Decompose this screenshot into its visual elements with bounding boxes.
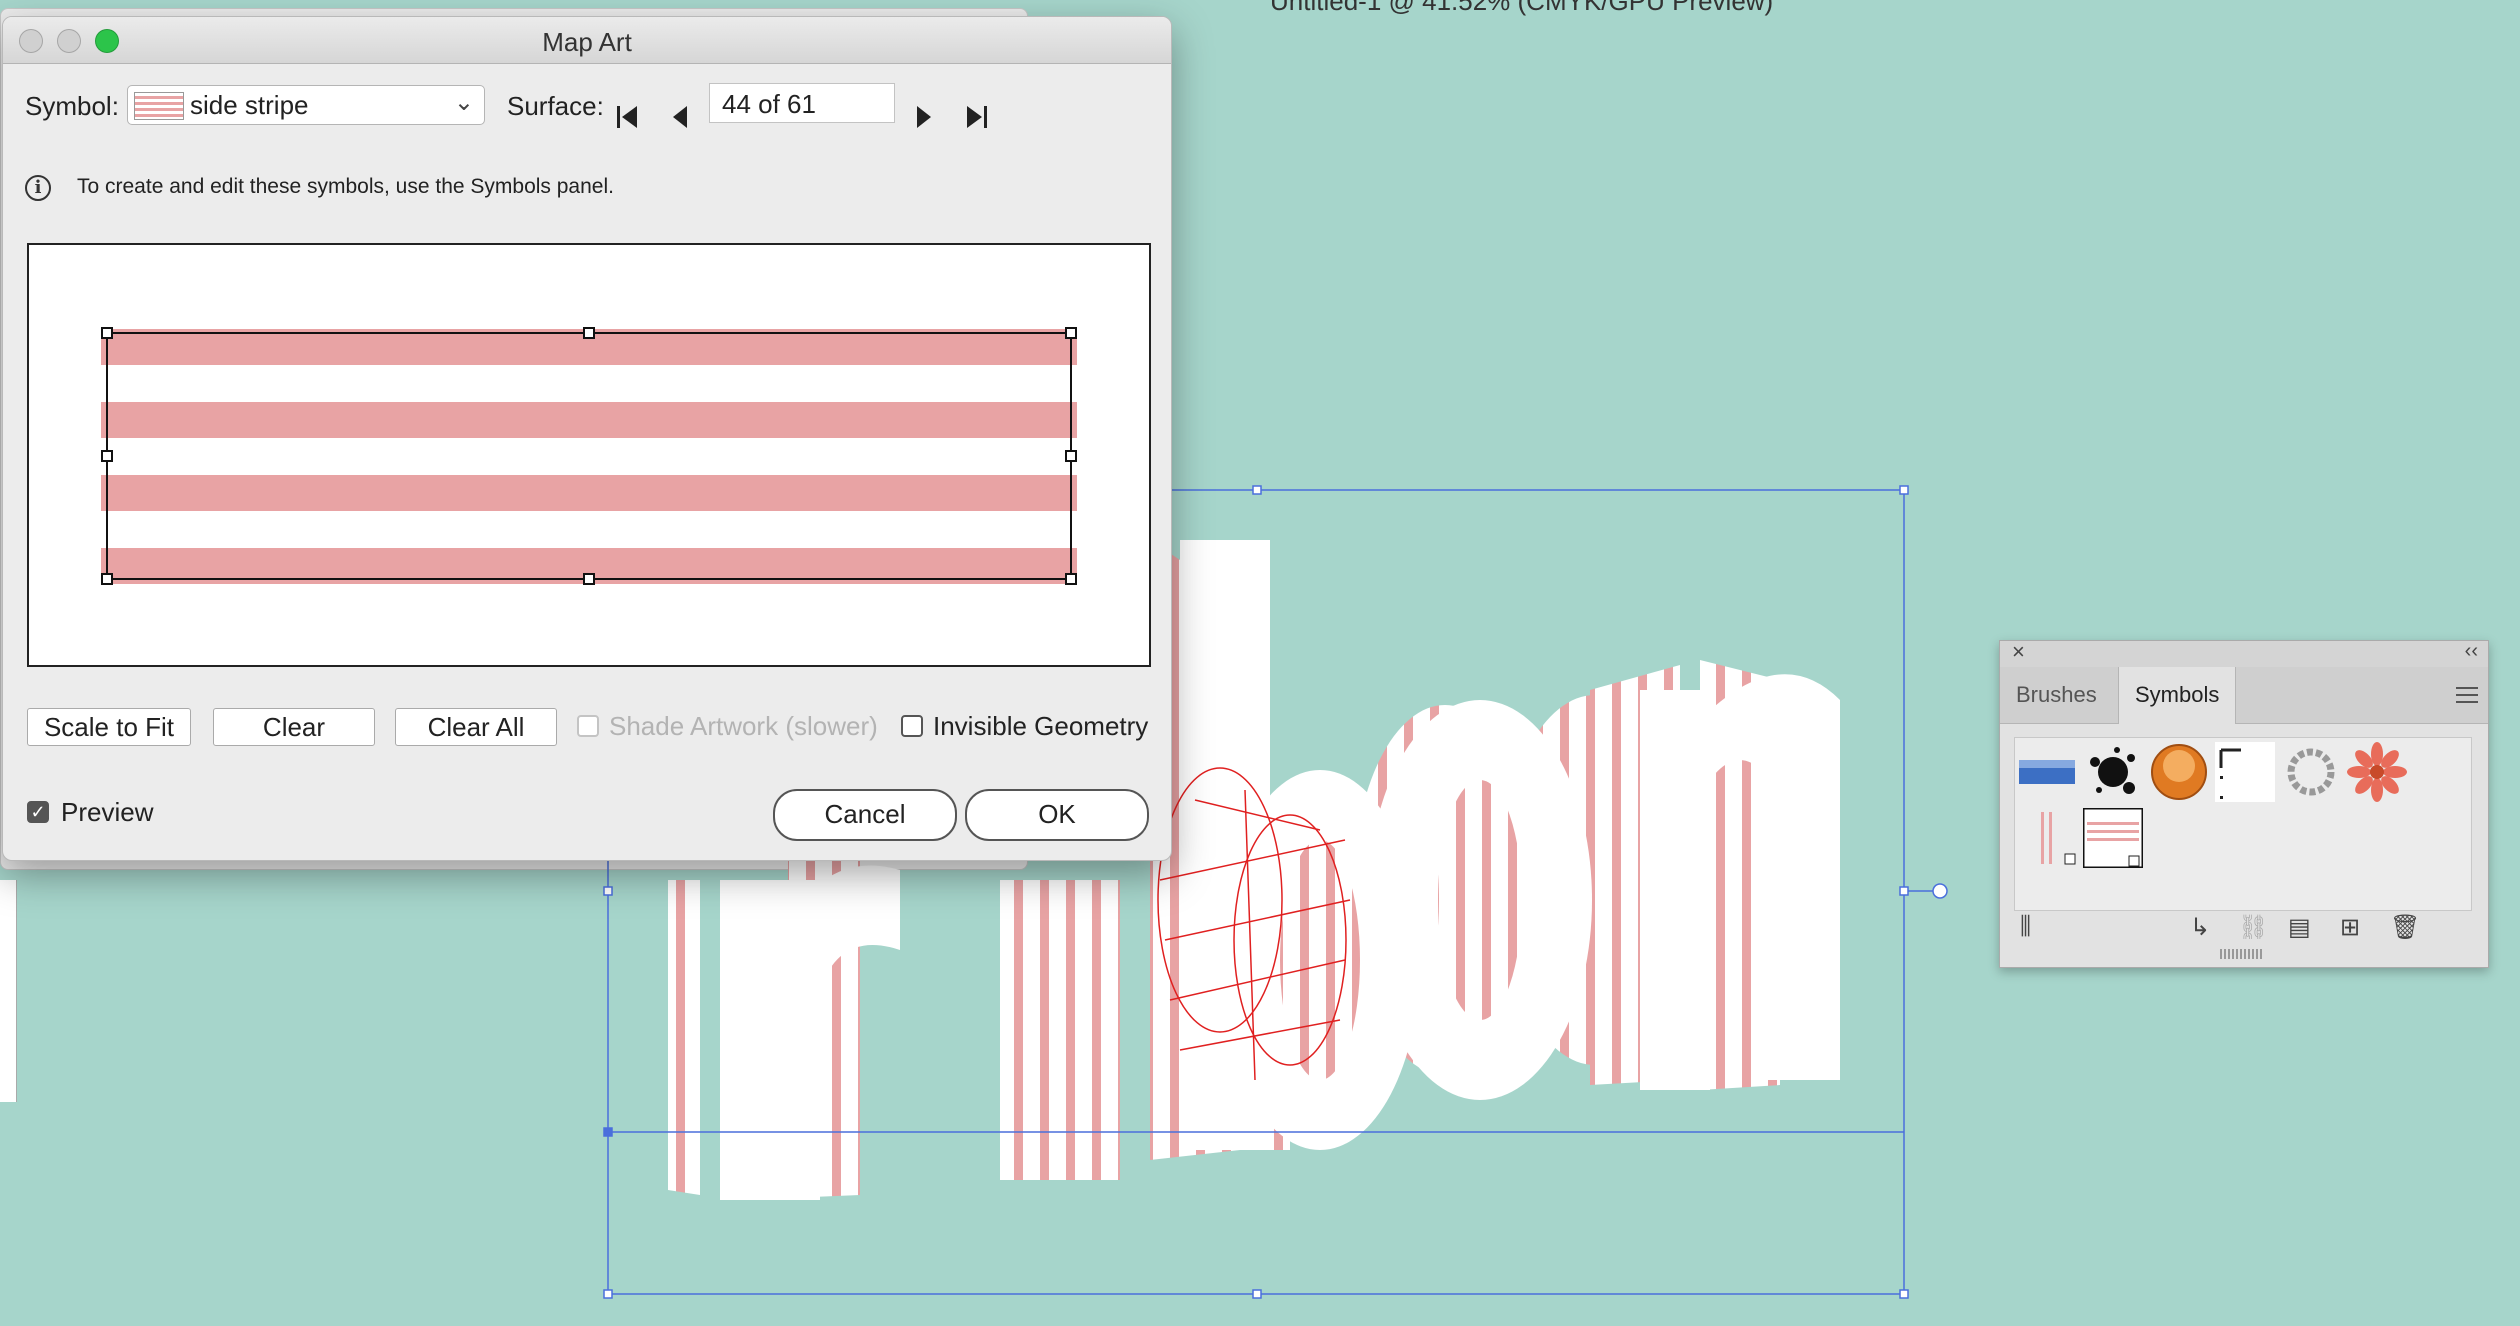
collapse-icon[interactable]: ‹‹ — [2465, 640, 2478, 663]
symbol-options-icon[interactable]: ▤ — [2288, 913, 2311, 942]
new-symbol-icon[interactable]: ⊞ — [2340, 913, 2360, 942]
map-art-dialog: Map Art Symbol: side stripe ⌄ Surface: 4… — [2, 16, 1172, 861]
invisible-geometry-label: Invisible Geometry — [933, 711, 1149, 741]
surface-counter-field[interactable]: 44 of 61 — [709, 83, 895, 123]
symbol-label: Symbol: — [25, 91, 119, 121]
clear-all-button[interactable]: Clear All — [395, 708, 557, 746]
panel-header[interactable]: × ‹‹ — [2000, 639, 2488, 667]
map-art-preview[interactable] — [27, 243, 1151, 667]
preview-checkbox[interactable]: ✓ — [27, 801, 49, 823]
dialog-title: Map Art — [542, 27, 632, 57]
info-icon: i — [25, 175, 51, 201]
shade-artwork-checkbox[interactable] — [577, 715, 599, 737]
ink-splat-icon[interactable] — [2083, 742, 2143, 802]
first-surface-icon[interactable] — [613, 103, 641, 131]
resize-grip[interactable] — [2220, 949, 2264, 959]
dialog-titlebar[interactable]: Map Art — [3, 17, 1171, 64]
bracket-icon[interactable] — [2215, 742, 2275, 802]
surface-preview-art[interactable] — [29, 245, 1149, 665]
symbol-select-value: side stripe — [190, 90, 309, 120]
symbol-select[interactable]: side stripe ⌄ — [127, 85, 485, 125]
clear-button[interactable]: Clear — [213, 708, 375, 746]
info-text: To create and edit these symbols, use th… — [77, 175, 614, 198]
place-symbol-icon[interactable]: ↳ — [2190, 913, 2210, 942]
cancel-button[interactable]: Cancel — [773, 789, 957, 841]
next-surface-icon[interactable] — [909, 103, 937, 131]
break-link-icon[interactable]: ⛓ — [2238, 913, 2268, 942]
vertical-stripe-icon[interactable] — [2017, 808, 2077, 868]
chevron-down-icon: ⌄ — [453, 89, 474, 116]
symbol-libraries-icon[interactable]: ⫼ — [2020, 913, 2031, 941]
preview-label: Preview — [61, 797, 154, 827]
panel-menu-icon[interactable] — [2456, 687, 2478, 703]
side-stripe-icon[interactable] — [2083, 808, 2143, 868]
panel-tabbar: Brushes Symbols — [2000, 667, 2488, 724]
blue-banner-icon[interactable] — [2017, 742, 2077, 802]
symbol-grid — [2014, 737, 2472, 911]
shade-artwork-label: Shade Artwork (slower) — [609, 711, 878, 741]
delete-icon[interactable]: 🗑 — [2390, 913, 2420, 942]
close-icon[interactable]: × — [2012, 639, 2025, 665]
last-surface-icon[interactable] — [963, 103, 991, 131]
symbols-panel: × ‹‹ Brushes Symbols ⫼ ↳ ⛓ ▤ ⊞ 🗑 — [1999, 639, 2489, 968]
invisible-geometry-checkbox[interactable] — [901, 715, 923, 737]
scale-to-fit-button[interactable]: Scale to Fit — [27, 708, 191, 746]
symbol-swatch-icon — [134, 92, 184, 120]
tab-brushes[interactable]: Brushes — [2000, 667, 2113, 723]
flower-icon[interactable] — [2347, 742, 2407, 802]
previous-surface-icon[interactable] — [667, 103, 695, 131]
orange-button-icon[interactable] — [2149, 742, 2209, 802]
surface-label: Surface: — [507, 91, 604, 121]
tab-symbols[interactable]: Symbols — [2118, 667, 2237, 724]
panel-footer: ⫼ ↳ ⛓ ▤ ⊞ 🗑 — [2000, 911, 2488, 951]
chain-ring-icon[interactable] — [2281, 742, 2341, 802]
surface-counter-value: 44 of 61 — [722, 89, 816, 119]
ok-button[interactable]: OK — [965, 789, 1149, 841]
